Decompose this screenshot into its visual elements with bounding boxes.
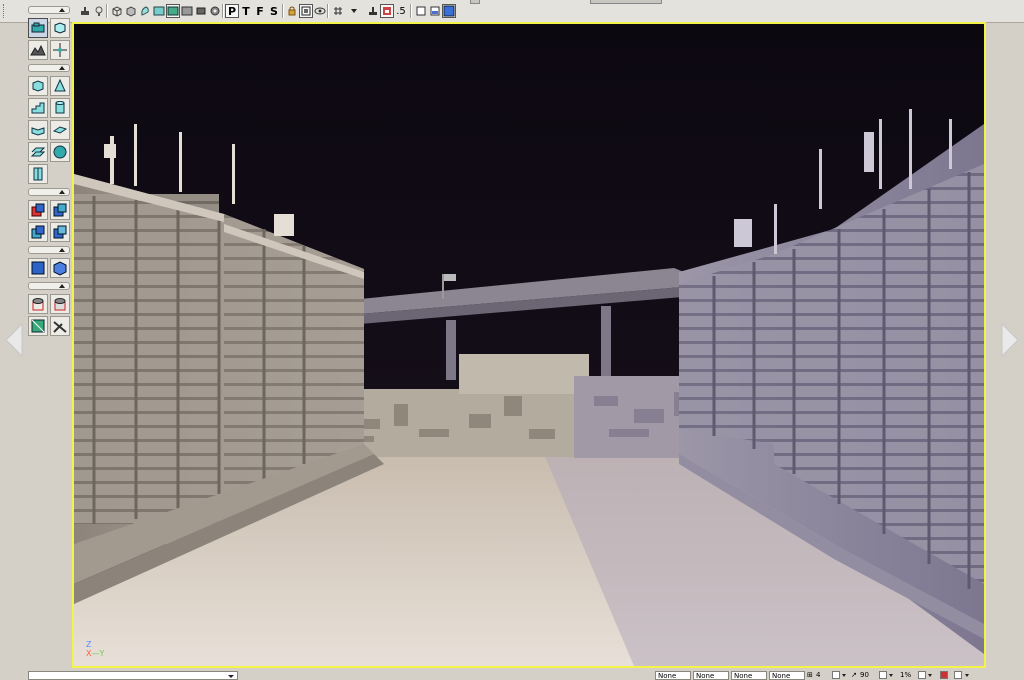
tab-stub[interactable] <box>470 0 480 4</box>
axis-z-label: Z <box>86 640 92 649</box>
frame-icon[interactable] <box>299 4 313 18</box>
csg-deintersect-icon[interactable] <box>50 222 70 242</box>
quad-view-icon[interactable] <box>442 4 456 18</box>
scale-dropdown[interactable] <box>927 671 933 679</box>
scale-value: 1% <box>900 671 912 679</box>
grid-snap-checkbox[interactable] <box>832 671 840 679</box>
realtime-toggle[interactable] <box>940 671 948 679</box>
tab-stub[interactable] <box>590 0 662 4</box>
split-view-icon[interactable] <box>428 4 442 18</box>
cube-select-icon[interactable] <box>50 18 70 38</box>
status-bar: None None None None ⊞ 4 ↗ 90 1% <box>0 668 1024 680</box>
linear-stair-icon[interactable] <box>28 142 48 162</box>
settings-gear-icon[interactable] <box>208 4 222 18</box>
cone-brush-icon[interactable] <box>50 76 70 96</box>
status-field[interactable]: None <box>769 671 805 680</box>
tool-dock <box>27 2 73 336</box>
brush-icon[interactable] <box>138 4 152 18</box>
texture-icon[interactable] <box>152 4 166 18</box>
top-toolbar: P T F S .5 <box>0 0 1024 23</box>
view-top-button[interactable]: T <box>239 4 253 18</box>
camera-tool-icon[interactable] <box>28 18 48 38</box>
rotation-icon: ↗ <box>851 671 857 679</box>
terrain-icon[interactable] <box>28 40 48 60</box>
chevron-down-icon[interactable] <box>347 4 361 18</box>
viewport-scene <box>74 24 984 666</box>
toolbar-grip[interactable] <box>3 4 10 18</box>
drag-dropdown[interactable] <box>964 671 970 679</box>
cube-brush-icon[interactable] <box>28 76 48 96</box>
lock-icon[interactable] <box>285 4 299 18</box>
perspective-viewport[interactable]: Z X—Y <box>72 22 986 668</box>
dock-group-header[interactable] <box>28 6 70 14</box>
unlit-icon[interactable] <box>180 4 194 18</box>
lit-view-icon[interactable] <box>166 4 180 18</box>
show-selected-icon[interactable] <box>28 294 48 314</box>
wireframe-icon[interactable] <box>194 4 208 18</box>
prev-arrow-icon[interactable] <box>2 320 26 360</box>
pivot-icon[interactable] <box>50 40 70 60</box>
invert-icon[interactable] <box>50 316 70 336</box>
volumetric-icon[interactable] <box>28 164 48 184</box>
sheet-brush-icon[interactable] <box>50 120 70 140</box>
status-field[interactable]: None <box>731 671 767 680</box>
dock-group-header[interactable] <box>28 282 70 290</box>
single-view-icon[interactable] <box>414 4 428 18</box>
axis-y-label: Y <box>99 649 105 658</box>
show-all-icon[interactable] <box>28 316 48 336</box>
grid-size-icon: ⊞ <box>807 671 813 679</box>
rotation-value: 90 <box>860 671 869 679</box>
scale-label: .5 <box>396 5 406 17</box>
cube-solid-icon[interactable] <box>124 4 138 18</box>
csg-subtract-icon[interactable] <box>50 200 70 220</box>
csg-intersect-icon[interactable] <box>28 222 48 242</box>
lightbulb-icon[interactable] <box>92 4 106 18</box>
spiral-brush-icon[interactable] <box>28 120 48 140</box>
axis-gizmo: Z X—Y <box>86 640 105 658</box>
play-icon[interactable] <box>380 4 394 18</box>
stair-brush-icon[interactable] <box>28 98 48 118</box>
sphere-brush-icon[interactable] <box>50 142 70 162</box>
grid-snap-icon[interactable] <box>331 4 345 18</box>
scale-snap-checkbox[interactable] <box>918 671 926 679</box>
next-arrow-icon[interactable] <box>998 320 1022 360</box>
dock-group-header[interactable] <box>28 188 70 196</box>
eye-icon[interactable] <box>313 4 327 18</box>
cube-wire-icon[interactable] <box>110 4 124 18</box>
add-special-icon[interactable] <box>50 258 70 278</box>
dock-group-header[interactable] <box>28 64 70 72</box>
csg-add-icon[interactable] <box>28 200 48 220</box>
actor-icon[interactable] <box>366 4 380 18</box>
grid-size-value: 4 <box>816 671 821 679</box>
cylinder-brush-icon[interactable] <box>50 98 70 118</box>
add-volume-icon[interactable] <box>28 258 48 278</box>
camera-mode-icon[interactable] <box>78 4 92 18</box>
view-perspective-button[interactable]: P <box>225 4 239 18</box>
grid-dropdown[interactable] <box>841 671 847 679</box>
drag-grid-checkbox[interactable] <box>954 671 962 679</box>
view-front-button[interactable]: F <box>253 4 267 18</box>
dock-group-header[interactable] <box>28 246 70 254</box>
rotation-dropdown[interactable] <box>888 671 894 679</box>
status-field[interactable]: None <box>655 671 691 680</box>
hide-selected-icon[interactable] <box>50 294 70 314</box>
command-combo[interactable] <box>28 671 238 680</box>
status-field[interactable]: None <box>693 671 729 680</box>
rotation-snap-checkbox[interactable] <box>879 671 887 679</box>
view-side-button[interactable]: S <box>267 4 281 18</box>
